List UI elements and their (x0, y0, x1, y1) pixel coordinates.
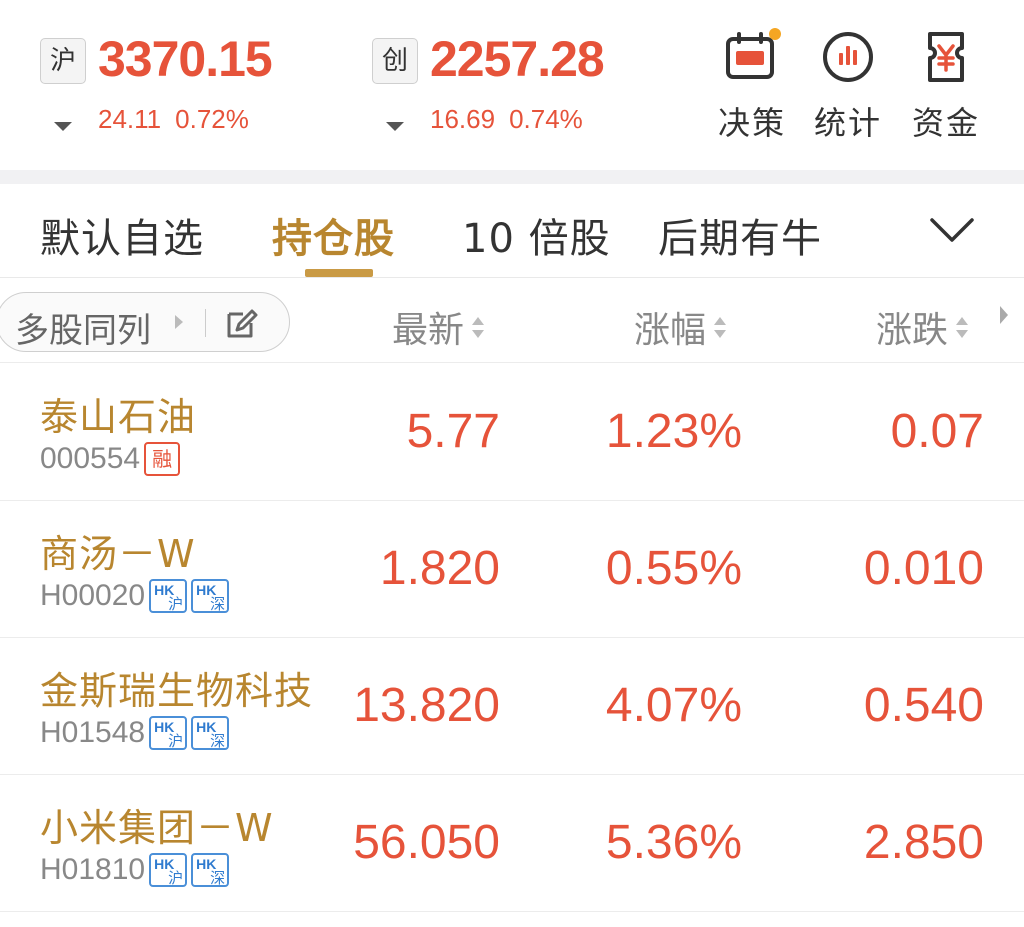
stock-name: 金斯瑞生物科技 (40, 669, 314, 713)
change-amount: 0.07 (890, 405, 984, 458)
stock-code-line: H01810 HK 沪 HK 深 (40, 853, 230, 889)
stock-code-line: H01548 HK 沪 HK 深 (40, 716, 230, 752)
tab-bull-later[interactable]: 后期有牛 (658, 206, 822, 264)
more-columns-arrow-icon[interactable] (1000, 306, 1008, 324)
change-pct-column-label: 涨幅 (634, 310, 707, 351)
stock-name: 泰山石油 (40, 395, 197, 439)
change-percent: 1.23% (605, 405, 742, 458)
hk-connect-sz-badge: HK 深 (191, 579, 230, 613)
change-amount: 0.010 (863, 542, 984, 595)
caret-right-icon (175, 315, 183, 329)
index-value: 3370.15 (98, 31, 273, 87)
index-change: 16.69 0.74% (430, 104, 583, 135)
stock-name: 小米集团－W (40, 806, 274, 850)
stock-row[interactable]: 泰山石油 000554 融 5.77 1.23% 0.07 (0, 364, 1024, 501)
stock-code-line: H00020 HK 沪 HK 深 (40, 579, 230, 615)
watchlist-tabs: 默认自选 持仓股 10 倍股 后期有牛 (0, 184, 1024, 278)
stock-code: H01548 (40, 716, 146, 749)
index-change: 24.11 0.72% (98, 104, 249, 135)
sort-icon (714, 317, 727, 339)
index-market-badge: 创 (372, 38, 418, 84)
multi-stock-compare-button[interactable]: 多股同列 (0, 292, 290, 352)
change-percent: 5.36% (605, 816, 742, 869)
sort-latest-price[interactable]: 最新 (392, 301, 485, 353)
stock-code: H01810 (40, 853, 146, 886)
edit-icon[interactable] (223, 306, 259, 342)
tab-tenfold-stocks[interactable]: 10 倍股 (462, 206, 611, 264)
change-percent: 0.55% (605, 542, 742, 595)
decision-button[interactable]: 决策 (704, 28, 800, 142)
sort-change-percent[interactable]: 涨幅 (634, 301, 727, 353)
tab-default-watchlist[interactable]: 默认自选 (40, 206, 204, 264)
index-value: 2257.28 (430, 31, 605, 87)
index-dropdown-arrow-icon[interactable] (54, 122, 72, 131)
latest-price: 1.820 (379, 542, 500, 595)
stock-code: 000554 (40, 442, 141, 475)
index-change-amount: 24.11 (98, 104, 162, 134)
index-dropdown-arrow-icon[interactable] (386, 122, 404, 131)
funds-button[interactable]: 资金 (898, 28, 994, 142)
change-amount: 2.850 (863, 816, 984, 869)
index-change-percent: 0.74% (509, 104, 583, 134)
stock-name: 商汤－W (40, 532, 196, 576)
decision-label: 决策 (717, 104, 786, 142)
hk-connect-sh-badge: HK 沪 (149, 579, 188, 613)
stock-code: H00020 (40, 579, 146, 612)
calendar-decision-icon (726, 28, 781, 79)
yen-money-icon (928, 32, 964, 82)
stock-code-line: 000554 融 (40, 442, 181, 478)
change-amt-column-label: 涨跌 (876, 310, 949, 351)
statistics-label: 统计 (813, 104, 882, 142)
quote-column-header: 多股同列 最新 涨幅 涨跌 (0, 279, 1024, 363)
index-change-percent: 0.72% (175, 104, 249, 134)
latest-price: 5.77 (406, 405, 500, 458)
hk-connect-sz-badge: HK 深 (191, 853, 230, 887)
change-percent: 4.07% (605, 679, 742, 732)
pill-divider (205, 309, 206, 337)
stock-row[interactable]: 小米集团－W H01810 HK 沪 HK 深 56.050 5.36% 2.850 (0, 775, 1024, 912)
tab-holdings[interactable]: 持仓股 (272, 206, 395, 264)
sort-icon (956, 317, 969, 339)
funds-label: 资金 (911, 104, 980, 142)
section-divider (0, 170, 1024, 184)
market-index-header: 沪 3370.15 24.11 0.72% 创 2257.28 16.69 0.74… (0, 0, 1024, 170)
index-change-amount: 16.69 (430, 104, 496, 134)
latest-price: 56.050 (353, 816, 500, 869)
hk-connect-sh-badge: HK 沪 (149, 853, 188, 887)
hk-connect-sh-badge: HK 沪 (149, 716, 188, 750)
sort-change-amount[interactable]: 涨跌 (876, 301, 969, 353)
multi-stock-label: 多股同列 (15, 311, 151, 351)
index-market-badge: 沪 (40, 38, 86, 84)
sort-icon (472, 317, 485, 339)
bar-chart-circle-icon (823, 32, 873, 82)
chevron-down-icon[interactable] (926, 204, 978, 256)
active-tab-indicator (305, 269, 373, 277)
statistics-button[interactable]: 统计 (800, 28, 896, 142)
latest-price: 13.820 (353, 679, 500, 732)
stock-row[interactable]: 金斯瑞生物科技 H01548 HK 沪 HK 深 13.820 4.07% 0.540 (0, 638, 1024, 775)
change-amount: 0.540 (863, 679, 984, 732)
hk-connect-sz-badge: HK 深 (191, 716, 230, 750)
stock-row[interactable]: 商汤－W H00020 HK 沪 HK 深 1.820 0.55% 0.010 (0, 501, 1024, 638)
margin-trading-badge: 融 (144, 442, 181, 476)
notification-dot (769, 28, 781, 40)
latest-column-label: 最新 (392, 310, 465, 351)
